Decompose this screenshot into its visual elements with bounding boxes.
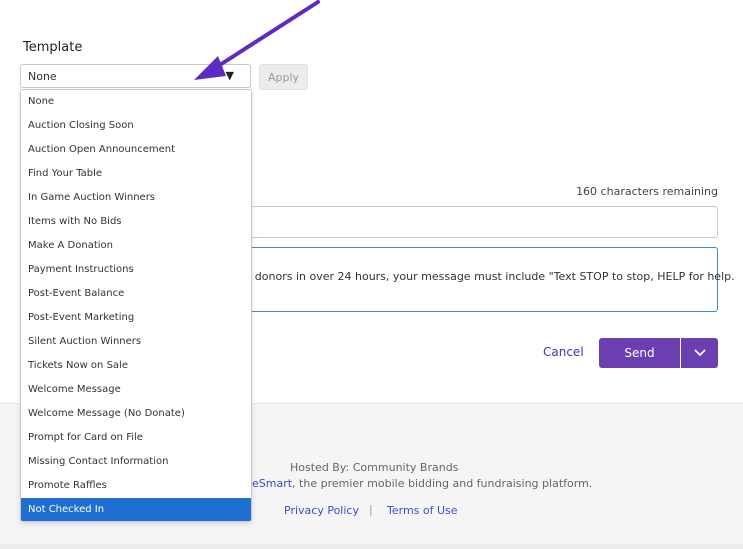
dropdown-option[interactable]: Prompt for Card on File [21,426,251,450]
template-select-value: None [28,70,57,83]
caret-down-icon: ▼ [225,69,234,82]
dropdown-option[interactable]: Welcome Message [21,378,251,402]
template-select[interactable]: None ▼ [20,64,251,88]
dropdown-option[interactable]: Promote Raffles [21,474,251,498]
dropdown-option[interactable]: Auction Open Announcement [21,138,251,162]
terms-of-use-link[interactable]: Terms of Use [387,504,458,517]
dropdown-option[interactable]: Silent Auction Winners [21,330,251,354]
bottom-bar [0,544,743,549]
dropdown-option[interactable]: Items with No Bids [21,210,251,234]
footer-separator: | [369,503,373,516]
send-options-button[interactable] [681,338,718,368]
dropdown-option[interactable]: Post-Event Balance [21,282,251,306]
dropdown-option[interactable]: Payment Instructions [21,258,251,282]
send-button[interactable]: Send [599,338,680,368]
dropdown-option[interactable]: Missing Contact Information [21,450,251,474]
template-label: Template [23,40,83,55]
privacy-policy-link[interactable]: Privacy Policy [284,504,359,517]
apply-button[interactable]: Apply [259,64,308,90]
dropdown-option[interactable]: Find Your Table [21,162,251,186]
chevron-down-icon [693,349,706,357]
chars-remaining: 160 characters remaining [576,185,718,198]
message-textarea[interactable] [250,206,718,238]
dropdown-option[interactable]: Post-Event Marketing [21,306,251,330]
template-dropdown-list: None Auction Closing Soon Auction Open A… [20,89,252,522]
hosted-by-text: Hosted By: Community Brands [290,461,459,474]
dropdown-option[interactable]: None [21,90,251,114]
dropdown-option[interactable]: Welcome Message (No Donate) [21,402,251,426]
dropdown-option[interactable]: Make A Donation [21,234,251,258]
compliance-notice: th donors in over 24 hours, your message… [240,247,735,312]
cancel-button[interactable]: Cancel [543,345,584,359]
platform-suffix: , the premier mobile bidding and fundrai… [292,477,593,490]
platform-description: eSmart, the premier mobile bidding and f… [252,477,592,490]
dropdown-option[interactable]: Tickets Now on Sale [21,354,251,378]
dropdown-option[interactable]: Auction Closing Soon [21,114,251,138]
dropdown-option-selected[interactable]: Not Checked In [21,498,251,521]
compliance-notice-text: th donors in over 24 hours, your message… [240,270,735,283]
dropdown-option[interactable]: In Game Auction Winners [21,186,251,210]
platform-link[interactable]: eSmart [252,477,292,490]
